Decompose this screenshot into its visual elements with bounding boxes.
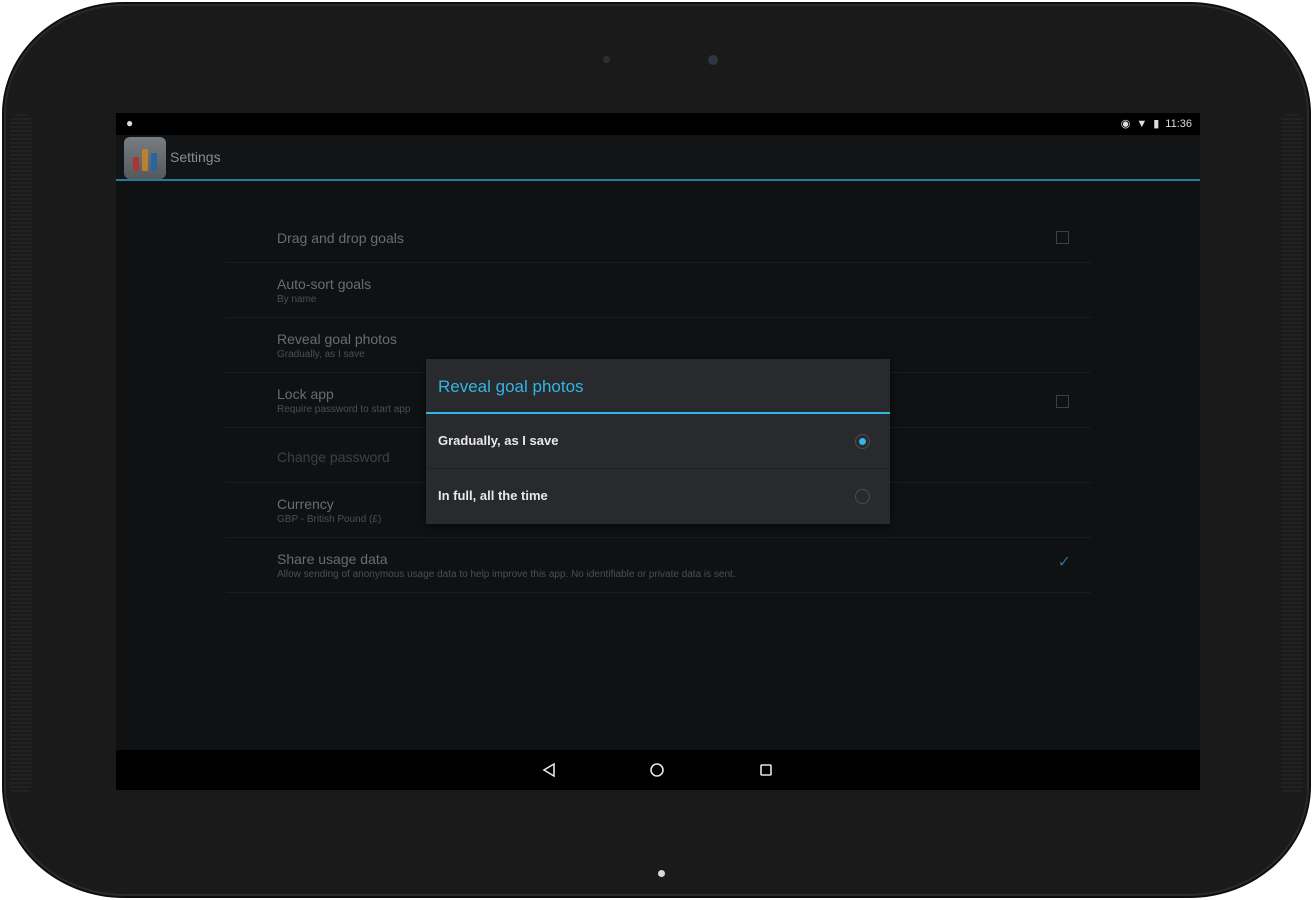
checkmark-icon[interactable]: ✓ (1058, 552, 1071, 572)
dialog-option-gradually[interactable]: Gradually, as I save (426, 414, 890, 468)
pref-title: Reveal goal photos (277, 331, 397, 347)
status-bar: ● ◉ ▼ ▮ 11:36 (116, 113, 1200, 135)
reveal-photos-dialog: Reveal goal photos Gradually, as I save … (426, 359, 890, 524)
dialog-option-in-full[interactable]: In full, all the time (426, 468, 890, 522)
screen: ● ◉ ▼ ▮ 11:36 Settings Drag and drop goa… (116, 113, 1200, 790)
app-icon[interactable] (124, 137, 166, 179)
radio-selected-icon[interactable] (855, 434, 870, 449)
status-icons: ◉ ▼ ▮ 11:36 (1121, 117, 1192, 131)
speaker-grille-left (10, 114, 32, 794)
pref-drag-and-drop[interactable]: Drag and drop goals (226, 213, 1091, 263)
page-title: Settings (170, 149, 221, 165)
checkbox[interactable] (1056, 231, 1069, 244)
recents-icon[interactable] (755, 759, 777, 781)
radio-unselected-icon[interactable] (855, 489, 870, 504)
pref-summary: By name (277, 294, 317, 305)
home-indicator-icon (658, 870, 665, 877)
notification-icon: ● (126, 116, 134, 130)
wifi-icon: ▼ (1136, 118, 1148, 130)
home-icon[interactable] (646, 759, 668, 781)
option-label: In full, all the time (438, 488, 548, 503)
speaker-grille-right (1281, 114, 1303, 794)
navigation-bar (116, 750, 1200, 790)
app-icon-bar (151, 153, 157, 171)
pref-share-usage[interactable]: Share usage data Allow sending of anonym… (226, 538, 1091, 593)
dialog-title: Reveal goal photos (426, 359, 890, 414)
sync-icon: ◉ (1120, 118, 1131, 130)
pref-title: Share usage data (277, 551, 388, 567)
pref-title: Auto-sort goals (277, 276, 372, 292)
pref-summary: Allow sending of anonymous usage data to… (277, 569, 736, 580)
checkbox[interactable] (1056, 395, 1069, 408)
back-icon[interactable] (538, 759, 560, 781)
status-time: 11:36 (1165, 118, 1192, 130)
sensor-icon (603, 56, 610, 63)
camera-icon (708, 55, 718, 65)
app-icon-bar (133, 157, 139, 171)
battery-icon: ▮ (1153, 118, 1160, 130)
pref-auto-sort[interactable]: Auto-sort goals By name (226, 263, 1091, 318)
pref-title: Drag and drop goals (277, 230, 404, 246)
option-label: Gradually, as I save (438, 433, 559, 448)
app-icon-bar (142, 149, 148, 171)
action-bar: Settings (116, 135, 1200, 181)
